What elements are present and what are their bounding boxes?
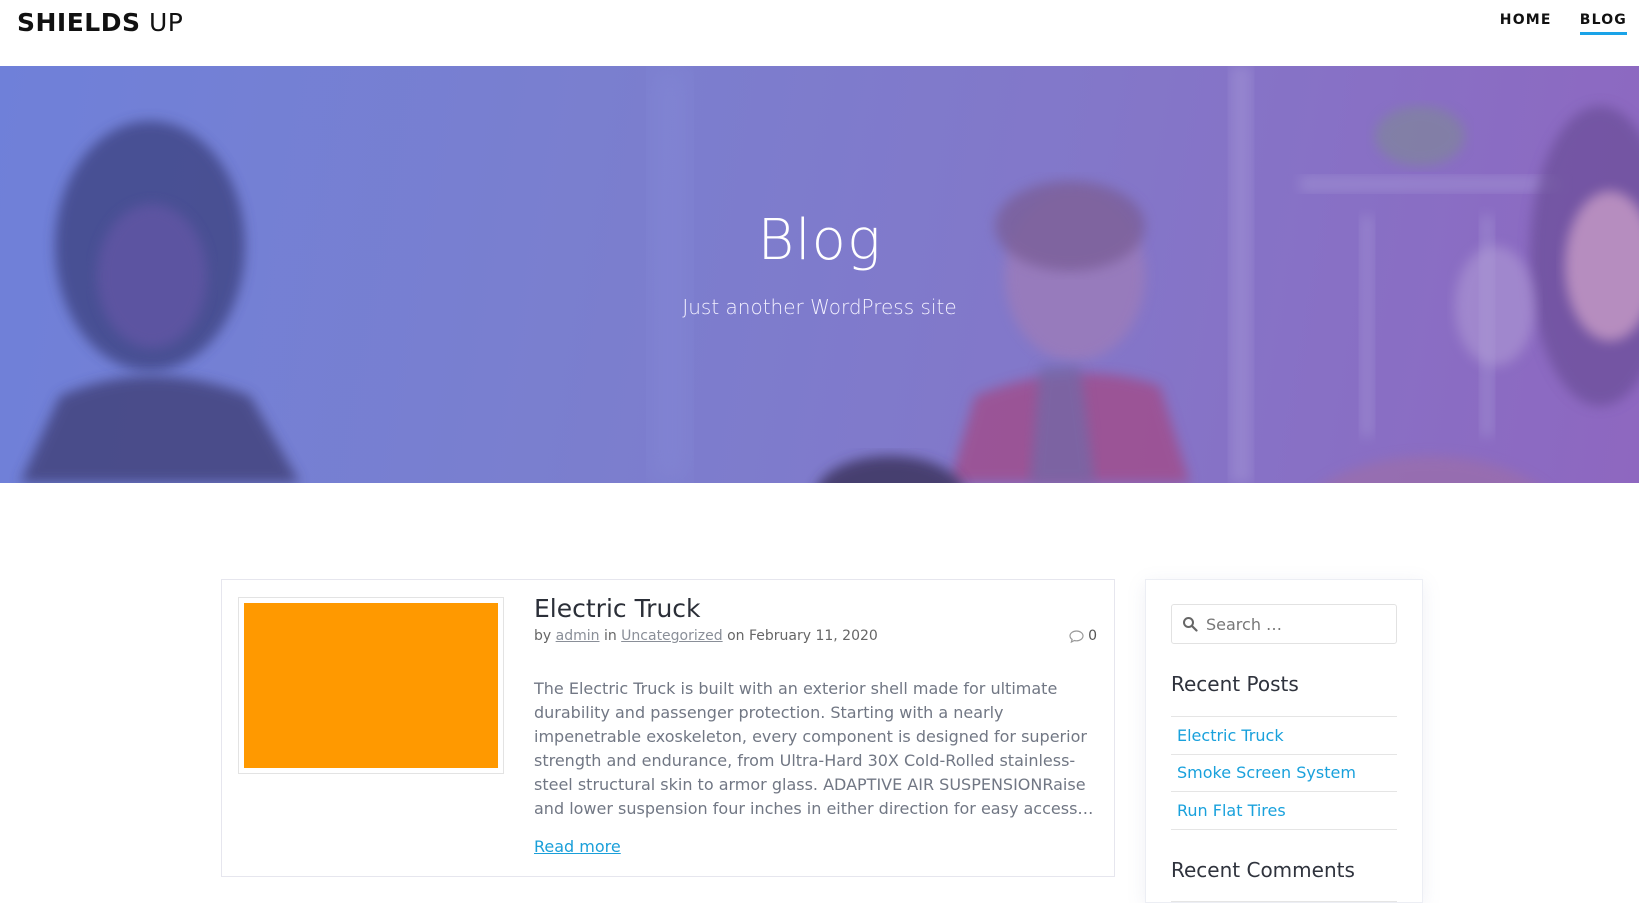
post-comments-link[interactable]: 0: [1069, 628, 1097, 644]
recent-posts-list: Electric Truck Smoke Screen System Run F…: [1171, 716, 1397, 830]
brand-light: UP: [148, 8, 184, 37]
recent-post-link[interactable]: Run Flat Tires: [1177, 801, 1286, 820]
hero-background-photo: [20, 66, 1639, 483]
brand-bold: SHIELDS: [17, 8, 141, 37]
meta-by-label: by: [534, 628, 552, 644]
list-item: Smoke Screen System: [1171, 755, 1397, 792]
list-item: Electric Truck: [1171, 717, 1397, 755]
post-thumbnail: [244, 603, 498, 768]
list-item: Run Flat Tires: [1171, 792, 1397, 830]
meta-on-label: on: [727, 628, 745, 644]
nav-blog[interactable]: BLOG: [1579, 12, 1627, 35]
recent-post-link[interactable]: Smoke Screen System: [1177, 763, 1356, 782]
site-logo[interactable]: SHIELDS UP: [17, 8, 183, 37]
search-icon: [1183, 617, 1198, 632]
recent-comments-title: Recent Comments: [1171, 858, 1355, 882]
post-title[interactable]: Electric Truck: [534, 594, 701, 623]
main-nav: HOME BLOG: [1500, 12, 1627, 35]
sidebar: Recent Posts Electric Truck Smoke Screen…: [1145, 579, 1423, 903]
search-input[interactable]: [1206, 614, 1386, 634]
post-date: February 11, 2020: [748, 628, 878, 644]
post-author-link[interactable]: admin: [556, 628, 600, 644]
site-header: SHIELDS UP HOME BLOG: [0, 0, 1639, 66]
recent-posts-title: Recent Posts: [1171, 672, 1299, 696]
comment-count: 0: [1088, 628, 1097, 644]
hero-title: Blog: [757, 208, 882, 273]
post-excerpt: The Electric Truck is built with an exte…: [534, 679, 1094, 818]
meta-in-label: in: [603, 628, 617, 644]
post-category-link[interactable]: Uncategorized: [621, 628, 722, 644]
read-more-link[interactable]: Read more: [534, 837, 621, 856]
nav-home[interactable]: HOME: [1500, 12, 1552, 35]
hero-banner: Blog Just another WordPress site: [0, 66, 1639, 483]
divider: [1171, 901, 1397, 902]
post-meta: by admin in Uncategorized on February 11…: [534, 628, 878, 644]
comment-bubble-icon: [1069, 629, 1084, 643]
post-thumbnail-link[interactable]: [238, 597, 504, 774]
search-form: [1171, 604, 1397, 644]
hero-subtitle: Just another WordPress site: [682, 295, 957, 319]
recent-post-link[interactable]: Electric Truck: [1177, 726, 1284, 745]
post-card: Electric Truck by admin in Uncategorized…: [221, 579, 1115, 877]
